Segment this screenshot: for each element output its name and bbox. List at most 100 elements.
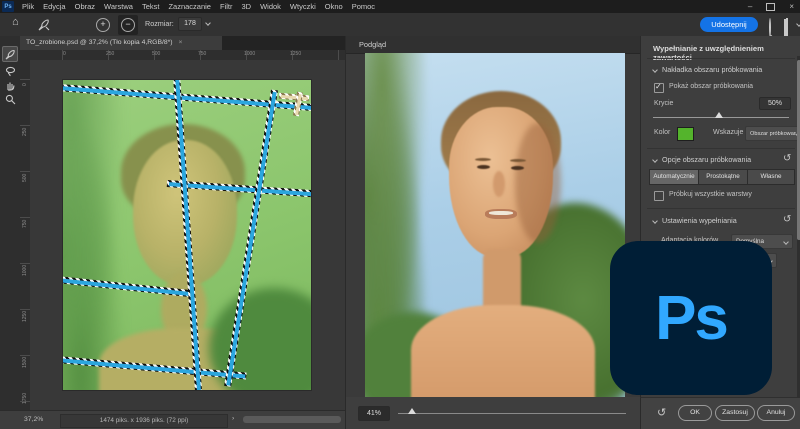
- sampling-options-header[interactable]: Opcje obszaru próbkowania: [653, 155, 751, 164]
- menu-zaznaczanie[interactable]: Zaznaczanie: [168, 2, 211, 11]
- share-button[interactable]: Udostępnij: [700, 17, 758, 32]
- mode-custom-button[interactable]: Własne: [747, 169, 795, 185]
- sample-all-layers-checkbox[interactable]: [654, 191, 664, 201]
- menu-pomoc[interactable]: Pomoc: [352, 2, 375, 11]
- teeth: [489, 211, 513, 215]
- reset-icon[interactable]: ↺: [783, 215, 791, 225]
- ok-button[interactable]: OK: [678, 405, 712, 421]
- minimize-button[interactable]: –: [748, 2, 752, 11]
- reset-all-icon[interactable]: ↺: [657, 408, 666, 418]
- opacity-slider-thumb[interactable]: [715, 112, 723, 118]
- home-icon[interactable]: ⌂: [12, 16, 19, 28]
- mode-auto-button[interactable]: Automatycznie: [649, 169, 699, 185]
- sampling-brush-tool[interactable]: [2, 46, 18, 62]
- show-sampling-area-label: Pokaż obszar próbkowania: [669, 83, 753, 90]
- divider: [647, 58, 795, 59]
- sampling-options-label: Opcje obszaru próbkowania: [662, 155, 751, 164]
- panel-footer: ↺ OK Zastosuj Anuluj: [640, 397, 800, 429]
- preview-panel: Podgląd 41%: [345, 36, 641, 429]
- search-icon[interactable]: [769, 18, 771, 37]
- photoshop-window: Ps Plik Edycja Obraz Warstwa Tekst Zazna…: [0, 0, 800, 429]
- reset-icon[interactable]: ↺: [783, 154, 791, 164]
- ruler-tick-label: 1750: [22, 393, 28, 404]
- preview-zoom-slider-thumb[interactable]: [408, 408, 416, 414]
- menu-widok[interactable]: Widok: [260, 2, 281, 11]
- eye-right: [511, 166, 524, 170]
- workspace-dropdown-icon[interactable]: [796, 21, 800, 27]
- magnifier-icon: [5, 94, 16, 105]
- menu-filtr[interactable]: Filtr: [220, 2, 233, 11]
- add-to-sampling-button[interactable]: +: [96, 18, 110, 32]
- menu-plik[interactable]: Plik: [22, 2, 34, 11]
- show-sampling-area-checkbox[interactable]: [654, 83, 664, 93]
- title-bar: Ps Plik Edycja Obraz Warstwa Tekst Zazna…: [0, 0, 800, 13]
- tab-close-icon[interactable]: ×: [178, 39, 182, 46]
- menu-wtyczki[interactable]: Wtyczki: [290, 2, 316, 11]
- menu-okno[interactable]: Okno: [325, 2, 343, 11]
- ruler-tick-label: 250: [106, 51, 114, 57]
- menu-obraz[interactable]: Obraz: [75, 2, 95, 11]
- workspace-layout-icon[interactable]: [786, 18, 788, 37]
- zoom-level[interactable]: 37,2%: [24, 416, 43, 423]
- size-value-input[interactable]: 178: [178, 17, 202, 31]
- mode-rectangular-button[interactable]: Prostokątne: [698, 169, 748, 185]
- status-bar: 37,2% 1474 piks. x 1936 piks. (72 ppi) ›: [0, 410, 345, 429]
- menu-edycja[interactable]: Edycja: [43, 2, 66, 11]
- zoom-tool[interactable]: [3, 92, 17, 106]
- color-label: Kolor: [654, 129, 670, 136]
- menu-tekst[interactable]: Tekst: [142, 2, 160, 11]
- sample-all-layers-label: Próbkuj wszystkie warstwy: [669, 191, 752, 198]
- document-size-info: 1474 piks. x 1936 piks. (72 ppi): [60, 414, 228, 428]
- preview-zoom-input[interactable]: 41%: [358, 406, 390, 421]
- fill-settings-label: Ustawienia wypełniania: [662, 216, 737, 225]
- indicates-label: Wskazuje: [713, 129, 743, 136]
- chevron-down-icon: [652, 218, 658, 224]
- divider: [647, 148, 795, 149]
- subtract-from-sampling-button[interactable]: −: [118, 15, 138, 35]
- minus-circle-icon: −: [121, 18, 135, 32]
- net-rope-unselected: [279, 93, 309, 102]
- menu-warstwa[interactable]: Warstwa: [104, 2, 133, 11]
- preview-photo[interactable]: [365, 53, 625, 397]
- divider: [647, 208, 795, 209]
- ruler-tick-label: 750: [198, 51, 206, 57]
- brush-preset-icon[interactable]: [38, 18, 51, 31]
- nose: [493, 171, 505, 197]
- menu-3d[interactable]: 3D: [241, 2, 251, 11]
- fill-settings-header[interactable]: Ustawienia wypełniania: [653, 216, 737, 225]
- lasso-tool[interactable]: [3, 64, 17, 78]
- size-dropdown-icon[interactable]: [205, 20, 211, 26]
- hand-tool[interactable]: [3, 78, 17, 92]
- overlay-color-swatch[interactable]: [677, 127, 694, 141]
- preview-zoom-bar: 41%: [346, 397, 641, 429]
- status-chevron-icon[interactable]: ›: [232, 415, 234, 422]
- preview-zoom-slider[interactable]: [398, 413, 626, 414]
- photoshop-logo-text: Ps: [655, 283, 727, 354]
- horizontal-scrollbar[interactable]: [243, 416, 341, 423]
- document-image[interactable]: [62, 79, 312, 391]
- photoshop-logo: Ps: [610, 241, 772, 395]
- opacity-value-input[interactable]: 50%: [759, 97, 791, 110]
- cancel-button[interactable]: Anuluj: [757, 405, 795, 421]
- close-button[interactable]: ×: [789, 2, 794, 11]
- ruler-tick-label: 1250: [22, 311, 28, 322]
- ruler-tick-label: 0: [63, 51, 66, 57]
- eye-left: [477, 165, 490, 169]
- restore-button[interactable]: [766, 3, 775, 11]
- preview-title: Podgląd: [359, 40, 386, 49]
- lasso-icon: [5, 66, 16, 77]
- indicates-dropdown[interactable]: Obszar próbkowania: [745, 126, 800, 141]
- document-tab[interactable]: TO_zrobione.psd @ 37,2% (Tło kopia 4,RGB…: [20, 36, 222, 50]
- apply-button[interactable]: Zastosuj: [715, 405, 755, 421]
- eyebrow-right: [510, 159, 526, 162]
- panel-title: Wypełnianie z uwzględnieniem zawartości: [653, 44, 800, 62]
- overlay-section-header[interactable]: Nakładka obszaru próbkowania: [653, 65, 762, 74]
- preview-header: Podgląd: [346, 36, 641, 54]
- chevron-down-icon: [652, 157, 658, 163]
- menu-bar: Plik Edycja Obraz Warstwa Tekst Zaznacza…: [22, 2, 375, 11]
- opacity-label: Krycie: [654, 100, 673, 107]
- face-shadow: [515, 123, 561, 243]
- eyebrow-left: [475, 158, 491, 161]
- ruler-tick-label: 1500: [22, 357, 28, 368]
- indicates-value: Obszar próbkowania: [750, 131, 796, 137]
